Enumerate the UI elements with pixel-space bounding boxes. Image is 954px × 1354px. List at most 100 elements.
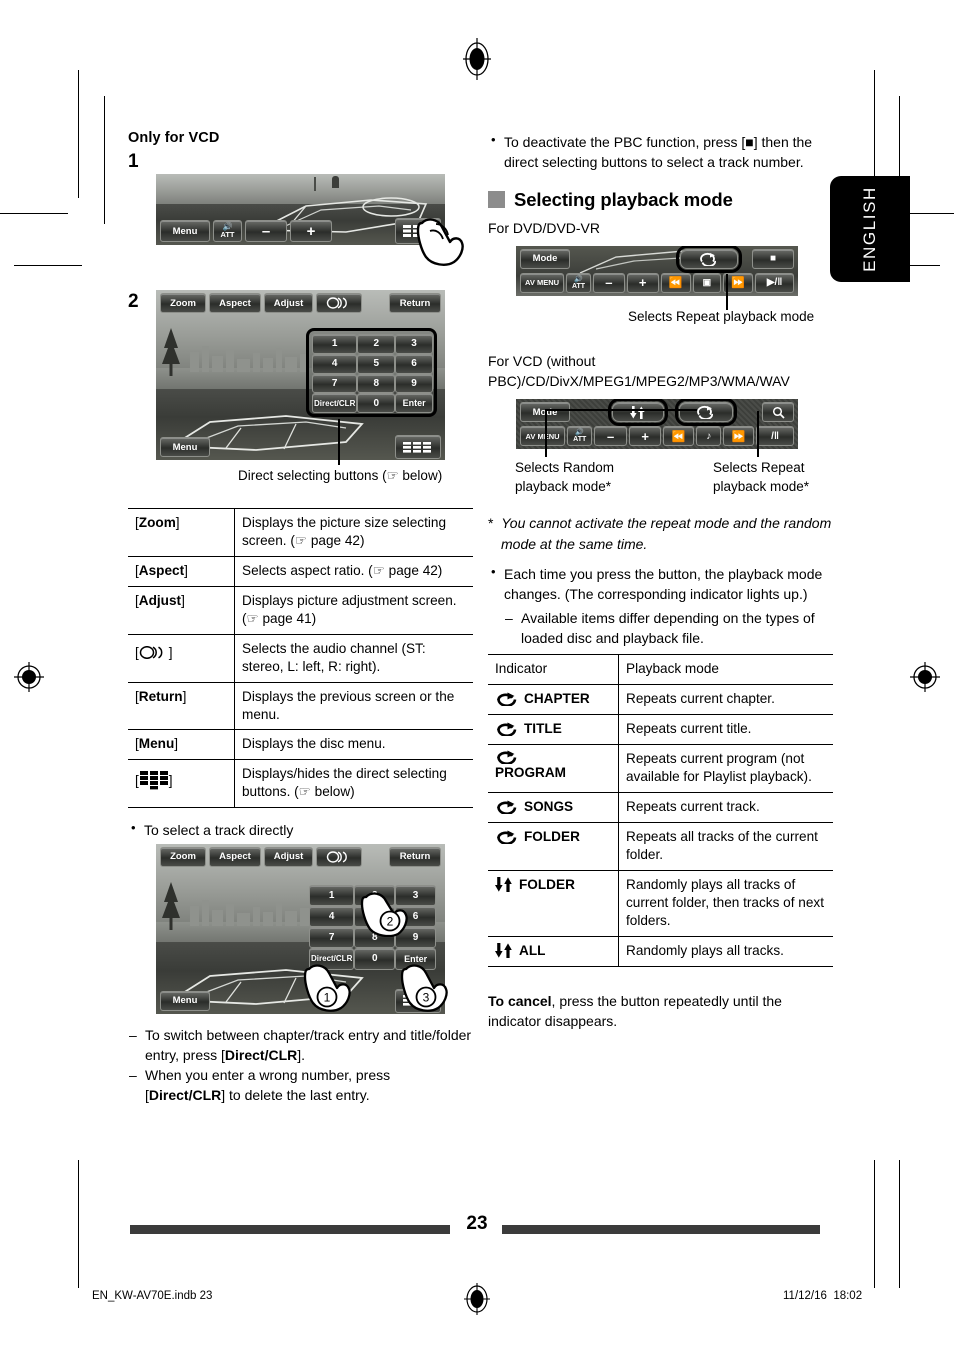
- key-0[interactable]: 0: [354, 948, 396, 970]
- indicator-label: PROGRAM: [495, 765, 566, 781]
- mode-button[interactable]: Mode: [520, 248, 570, 269]
- adjust-button[interactable]: Adjust: [264, 293, 313, 313]
- key-label: Aspect: [138, 562, 185, 578]
- volume-up-button[interactable]: +: [290, 220, 332, 242]
- page-title: Selecting playback mode: [514, 188, 733, 210]
- figure-step1-device-screen: Menu 🔊 ATT – +: [156, 174, 445, 245]
- key-4[interactable]: 4: [309, 905, 355, 928]
- att-button[interactable]: 🔊 ATT: [213, 220, 242, 242]
- device-top-strip: Zoom Aspect Adjust Return: [156, 846, 445, 867]
- volume-down-button[interactable]: –: [245, 220, 287, 242]
- stop-button[interactable]: ■: [752, 248, 794, 269]
- att-button[interactable]: 🔊 ATT: [566, 272, 591, 293]
- random-button-highlight: [608, 399, 668, 427]
- return-button[interactable]: Return: [389, 846, 441, 867]
- key-enter[interactable]: Enter: [395, 393, 433, 413]
- volume-up-button[interactable]: +: [628, 426, 662, 447]
- previous-button[interactable]: ⏪: [663, 426, 695, 447]
- callout-line-vertical: [338, 419, 340, 465]
- scene-person: [332, 176, 339, 188]
- key-3[interactable]: 3: [395, 334, 433, 354]
- dvd-top-row: Mode ■: [516, 245, 798, 273]
- table-cell-indicator: ALL: [488, 935, 619, 967]
- audio-channel-button[interactable]: [316, 293, 362, 313]
- av-menu-button[interactable]: AV MENU: [520, 272, 565, 293]
- indicator-label: CHAPTER: [524, 691, 590, 707]
- key-1[interactable]: 1: [309, 884, 355, 906]
- menu-button[interactable]: Menu: [160, 990, 210, 1011]
- left-column: Only for VCD 1 Menu 🔊 ATT – + 2 Zoom Asp…: [128, 130, 473, 1106]
- key-6[interactable]: 6: [395, 353, 433, 374]
- table-cell-desc: Selects aspect ratio. (☞ page 42): [234, 555, 473, 587]
- vcd-bottom-row: AV MENU 🔊 ATT – + ⏪ ♪ ⏩ /‖: [516, 426, 798, 447]
- stop-icon: ■: [769, 253, 777, 265]
- step-2-number: 2: [128, 291, 139, 312]
- table-header-row: Indicator Playback mode: [488, 654, 833, 685]
- search-button[interactable]: [762, 402, 794, 423]
- table-cell-key: [Menu]: [128, 729, 235, 760]
- footnote-exclusive-modes: * You cannot activate the repeat mode an…: [488, 515, 832, 552]
- registration-mark-left: [14, 662, 44, 692]
- volume-up-button[interactable]: +: [626, 272, 659, 293]
- next-button[interactable]: ⏩: [723, 426, 755, 447]
- zoom-button[interactable]: Zoom: [160, 846, 206, 867]
- repeat-button[interactable]: [679, 402, 733, 423]
- hand-pointer-icon: [416, 215, 474, 267]
- direct-selecting-buttons-icon[interactable]: [395, 435, 441, 459]
- key-7[interactable]: 7: [309, 927, 355, 949]
- display-button[interactable]: ▣: [692, 272, 722, 293]
- play-pause-button[interactable]: ▶/‖: [755, 272, 794, 293]
- key-9[interactable]: 9: [395, 373, 433, 394]
- registration-mark-bottom: [462, 1283, 492, 1315]
- random-button[interactable]: [612, 402, 664, 423]
- table-row: SONGS Repeats current track.: [488, 791, 833, 823]
- indicator-label: SONGS: [524, 798, 574, 814]
- music-note-button[interactable]: ♪: [696, 426, 722, 447]
- att-button[interactable]: 🔊 ATT: [567, 426, 593, 447]
- volume-down-button[interactable]: –: [592, 272, 625, 293]
- indicator-label: FOLDER: [519, 876, 575, 892]
- zoom-button[interactable]: Zoom: [160, 293, 206, 313]
- audio-channel-button[interactable]: [316, 846, 362, 867]
- table-cell-key: [Return]: [128, 681, 235, 730]
- aspect-button[interactable]: Aspect: [209, 846, 261, 867]
- table-row: [Adjust] Displays picture adjustment scr…: [128, 585, 473, 635]
- table-cell-indicator: FOLDER: [488, 869, 619, 937]
- callout-line-random: [545, 409, 547, 458]
- key-4[interactable]: 4: [312, 353, 358, 374]
- volume-down-button[interactable]: –: [594, 426, 627, 447]
- vcd-caption-repeat: Selects Repeat playback mode*: [713, 460, 810, 494]
- hand-pointer-marker-3: 3: [400, 961, 456, 1013]
- direct-selecting-keypad[interactable]: 1 2 3 4 5 6 7 8 9 Direct/CLR 0 Enter: [306, 328, 437, 417]
- vcd-top-row: Mode: [516, 399, 798, 427]
- table-cell-desc: Displays/hides the direct selecting butt…: [234, 759, 473, 809]
- callout-line-vertical: [726, 273, 728, 310]
- button-reference-table: [Zoom] Displays the picture size selecti…: [128, 508, 473, 809]
- key-5[interactable]: 5: [357, 353, 396, 374]
- figure2-caption: Direct selecting buttons (☞ below): [238, 468, 443, 483]
- play-pause-button[interactable]: /‖: [756, 426, 794, 447]
- key-8[interactable]: 8: [357, 373, 396, 394]
- repeat-icon: [497, 722, 517, 737]
- table-cell-desc: Repeats current track.: [618, 791, 833, 823]
- list-item: Available items differ depending on the …: [504, 608, 833, 649]
- table-row: FOLDER Repeats all tracks of the current…: [488, 821, 833, 871]
- menu-button[interactable]: Menu: [160, 437, 210, 457]
- key-2[interactable]: 2: [357, 334, 396, 354]
- menu-button[interactable]: Menu: [160, 220, 210, 242]
- return-button[interactable]: Return: [389, 293, 441, 313]
- previous-button[interactable]: ⏪: [660, 272, 691, 293]
- key-7[interactable]: 7: [312, 373, 358, 394]
- key-0[interactable]: 0: [357, 393, 396, 413]
- av-menu-button[interactable]: AV MENU: [520, 426, 566, 447]
- list-item: Each time you press the button, the play…: [488, 563, 833, 605]
- aspect-button[interactable]: Aspect: [209, 293, 261, 313]
- key-1[interactable]: 1: [312, 334, 358, 354]
- indicator-label: ALL: [519, 942, 546, 958]
- adjust-button[interactable]: Adjust: [264, 846, 313, 867]
- list-item: To switch between chapter/track entry an…: [128, 1025, 473, 1066]
- repeat-button[interactable]: [680, 248, 738, 269]
- list-item: To deactivate the PBC function, press [■…: [488, 131, 833, 173]
- mute-icon: 🔊: [575, 429, 585, 437]
- key-direct-clr[interactable]: Direct/CLR: [312, 393, 358, 413]
